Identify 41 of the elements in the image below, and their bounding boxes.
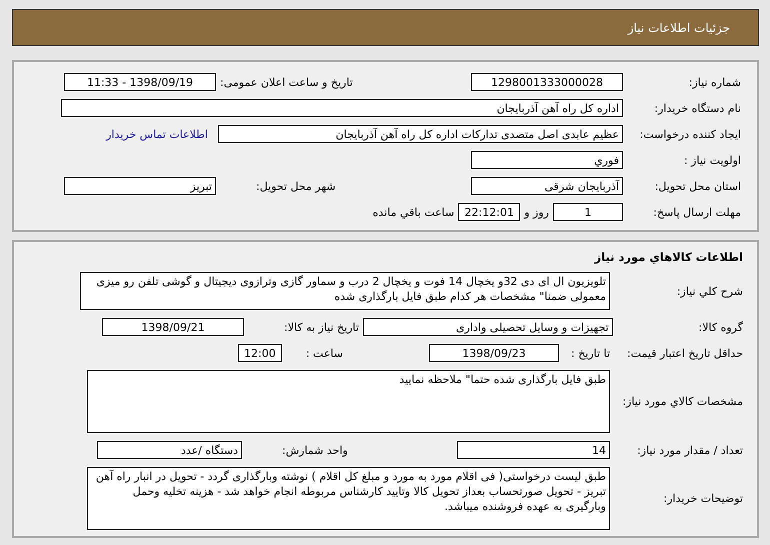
buyer-name-field: اداره کل راه آهن آذربایجان bbox=[61, 99, 623, 117]
description-box: تلویزیون ال ای دی 32و یخچال 14 فوت و یخچال 2 درب و سماور گازی وترازوی دیجیتال و گوشی تلفن رو میزی معمولی ضمنا" مشخصات هر کدام طبق فایل بارگذاری شده bbox=[80, 272, 610, 310]
announce-date-field: 1398/09/19 - 11:33 bbox=[64, 73, 216, 91]
until-date-field: 1398/09/23 bbox=[429, 344, 559, 362]
unit-field: دستگاه /عدد bbox=[97, 441, 242, 459]
page-title: جزئیات اطلاعات نیاز bbox=[628, 20, 730, 34]
buyer-notes-box: طبق لیست درخواستی( فی اقلام مورد به مورد و مبلغ کل اقلام ) نوشته وبارگذاری گردد - تحویل در انبار راه آهن تبریز - تحویل صورتحساب بعداز تحویل کالا وتایید کارشناس مربوطه انجام خواهد شد - هزینه تخلیه وحمل وبارگیری به عهده فروشنده میباشد. bbox=[87, 467, 610, 530]
field-label: تاریخ و ساعت اعلان عمومی: bbox=[220, 76, 353, 88]
field-label: نام دستگاه خریدار: bbox=[653, 102, 742, 114]
field-label: مشخصات کالاي مورد نياز: bbox=[621, 395, 744, 408]
field-label: ساعت باقي مانده bbox=[372, 206, 454, 218]
field-label: استان محل تحویل: bbox=[654, 180, 742, 192]
specs-box: طبق فایل بارگذاری شده حتما" ملاحظه نمایید bbox=[87, 370, 610, 433]
field-label: شماره نیاز: bbox=[688, 76, 742, 88]
field-label: تا تاریخ : bbox=[571, 346, 610, 360]
goods-group-field: تجهیزات و وسایل تحصیلی واداری bbox=[362, 318, 613, 336]
field-label: ایجاد کننده درخواست: bbox=[638, 128, 742, 140]
field-label: اولویت نیاز : bbox=[682, 154, 742, 166]
hour-field: 12:00 bbox=[238, 344, 282, 362]
province-field: آذربایجان شرقی bbox=[471, 177, 623, 195]
quantity-field: 14 bbox=[457, 441, 610, 459]
field-label: تعداد / مقدار مورد نیاز: bbox=[636, 444, 744, 456]
buyer-contact-link[interactable]: اطلاعات تماس خریدار bbox=[106, 128, 208, 140]
field-label: توضیحات خریدار: bbox=[662, 492, 744, 505]
field-label: روز و bbox=[524, 206, 549, 218]
section-title: اطلاعات کالاهاي مورد نياز bbox=[593, 249, 744, 266]
field-label: تاریخ نیاز به کالا: bbox=[284, 320, 359, 334]
field-label: ساعت : bbox=[306, 346, 343, 360]
need-number-field: 1298001333000028 bbox=[471, 73, 623, 91]
field-label: شرح کلي نياز: bbox=[676, 284, 744, 298]
field-label: واحد شمارش: bbox=[282, 444, 348, 456]
field-label: گروه کالا: bbox=[698, 320, 744, 334]
field-label: مهلت ارسال پاسخ: bbox=[652, 206, 742, 218]
need-date-field: 1398/09/21 bbox=[102, 318, 244, 336]
field-label: شهر محل تحویل: bbox=[256, 180, 336, 192]
time-field: 22:12:01 bbox=[458, 203, 520, 221]
priority-field: فوري bbox=[471, 151, 623, 169]
requester-field: عظیم عابدی اصل متصدی تدارکات اداره کل راه آهن آذربایجان bbox=[218, 125, 623, 143]
city-field: تبریز bbox=[64, 177, 216, 195]
days-field: 1 bbox=[553, 203, 623, 221]
field-label: حداقل تاریخ اعتبار قیمت: bbox=[626, 346, 744, 360]
